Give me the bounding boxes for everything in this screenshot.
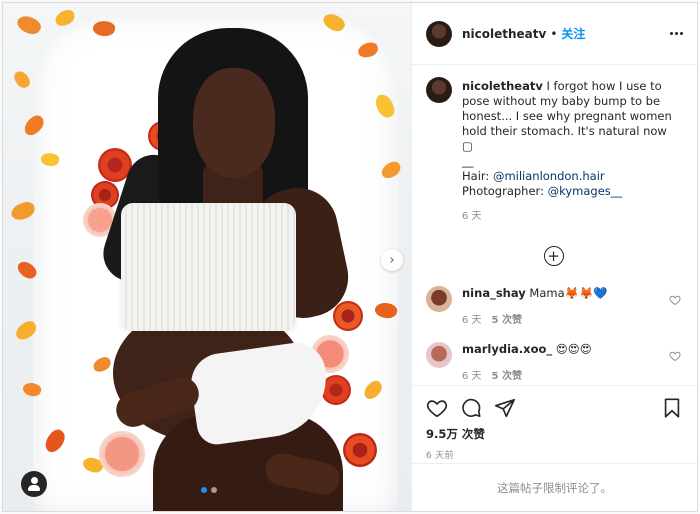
rose — [333, 301, 363, 331]
avatar[interactable] — [426, 77, 452, 103]
more-icon[interactable] — [670, 32, 683, 35]
photographer-handle-link[interactable]: @kymages__ — [548, 184, 623, 198]
load-more-icon[interactable]: + — [543, 246, 564, 266]
avatar[interactable] — [426, 342, 452, 368]
caption-dash: __ — [462, 154, 474, 168]
comment: nina_shay Mama🦊🦊💙 6 天 5 次赞 — [426, 286, 681, 328]
photographer-label: Photographer: — [462, 184, 544, 198]
comment-time: 6 天 — [462, 315, 482, 326]
avatar[interactable] — [426, 20, 452, 47]
likes-count[interactable]: 9.5万 次赞 — [426, 426, 683, 442]
rose — [343, 433, 377, 467]
comments-list[interactable]: nicoletheatv I forgot how I use to pose … — [412, 65, 697, 385]
comment-time: 6 天 — [462, 371, 482, 382]
caption-body: nicoletheatv I forgot how I use to pose … — [462, 79, 681, 224]
carousel-dot — [211, 487, 217, 493]
carousel-dots — [201, 487, 217, 493]
comment-icon[interactable] — [460, 397, 482, 419]
avatar[interactable] — [426, 286, 452, 312]
post-dialog: › nicoletheatv • 关注 nicoletheatv I forgo… — [2, 2, 698, 512]
comment-text: Mama🦊🦊💙 — [529, 286, 608, 300]
face — [193, 68, 275, 178]
actions-bar: 9.5万 次赞 6 天前 这篇帖子限制评论了。 — [412, 385, 697, 511]
action-icons — [426, 394, 683, 422]
comment-username[interactable]: marlydia.xoo_ — [462, 342, 552, 356]
post-date[interactable]: 6 天前 — [426, 448, 683, 461]
white-top — [121, 203, 296, 331]
heart-icon[interactable] — [669, 350, 681, 362]
hair-label: Hair: — [462, 169, 490, 183]
heart-icon[interactable] — [426, 397, 448, 419]
grapefruit-slice — [99, 431, 145, 477]
heart-icon[interactable] — [669, 294, 681, 306]
next-arrow-icon[interactable]: › — [381, 249, 403, 271]
carousel-dot — [201, 487, 207, 493]
caption-emoji: ▢ — [462, 139, 473, 153]
comments-limited-notice: 这篇帖子限制评论了。 — [412, 463, 697, 511]
comment-text: 😍😍😍 — [555, 342, 592, 356]
bookmark-icon[interactable] — [661, 397, 683, 419]
post-photo[interactable]: › — [3, 3, 412, 511]
username-link[interactable]: nicoletheatv — [462, 27, 546, 41]
hair-handle-link[interactable]: @milianlondon.hair — [493, 169, 605, 183]
post-sidebar: nicoletheatv • 关注 nicoletheatv I forgot … — [412, 3, 697, 511]
petal — [14, 12, 44, 38]
user-tag-icon[interactable] — [21, 471, 47, 497]
post-header: nicoletheatv • 关注 — [412, 3, 697, 65]
separator: • — [550, 26, 558, 41]
follow-button[interactable]: 关注 — [561, 25, 585, 42]
petal — [11, 68, 33, 91]
comment: marlydia.xoo_ 😍😍😍 6 天 5 次赞 — [426, 342, 681, 384]
caption: nicoletheatv I forgot how I use to pose … — [426, 77, 681, 224]
caption-username[interactable]: nicoletheatv — [462, 79, 543, 93]
comment-likes[interactable]: 5 次赞 — [492, 313, 522, 328]
comment-username[interactable]: nina_shay — [462, 286, 526, 300]
share-icon[interactable] — [494, 397, 516, 419]
comment-likes[interactable]: 5 次赞 — [492, 369, 522, 384]
caption-time: 6 天 — [462, 211, 482, 222]
